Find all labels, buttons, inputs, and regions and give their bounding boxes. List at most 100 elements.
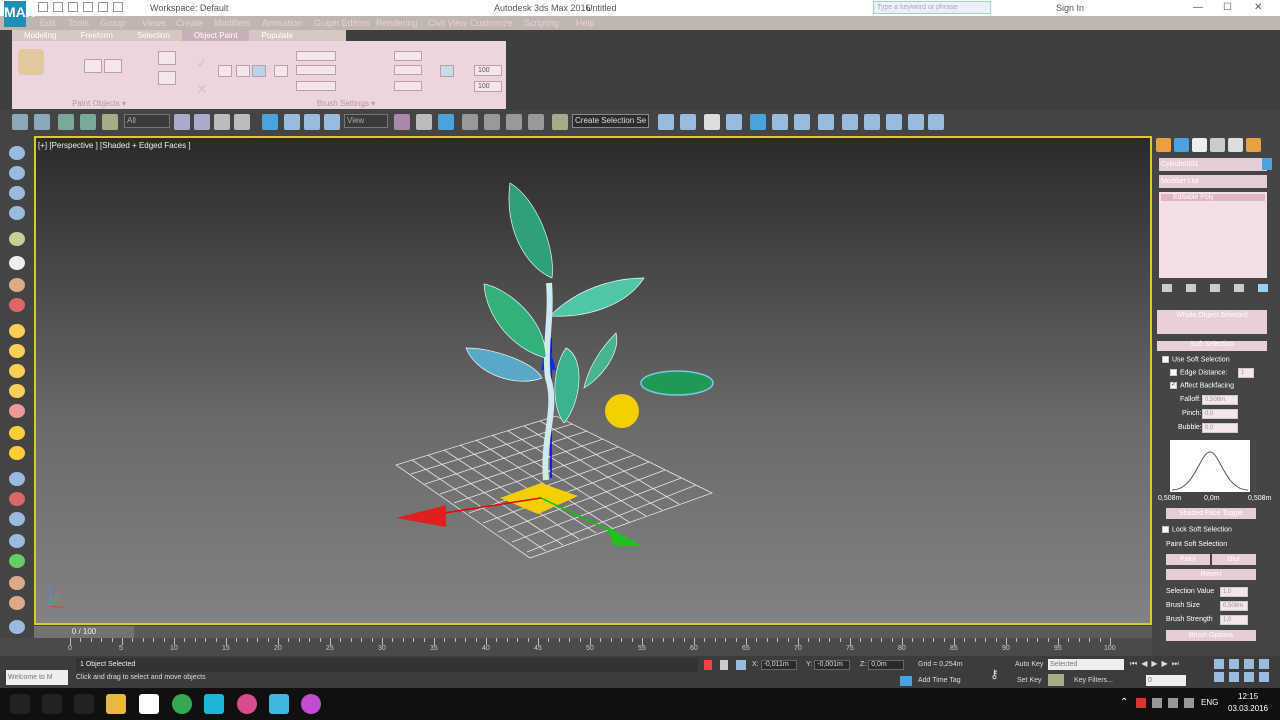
render-production-icon[interactable] (886, 114, 902, 130)
task-view-icon[interactable] (74, 694, 94, 714)
track-bar[interactable]: 0 5 10 15 20 25 30 35 40 45 50 55 60 65 … (0, 638, 1152, 656)
y-value[interactable]: -0,001m (814, 660, 851, 670)
falloff-spinner[interactable]: 0,508m (1202, 395, 1238, 405)
hierarchy-tab-icon[interactable] (1192, 138, 1207, 152)
create-selection-set-dropdown[interactable]: Create Selection Se (572, 114, 649, 128)
zoom-extents-all-icon[interactable] (1259, 659, 1269, 669)
create-hedra-icon[interactable] (9, 446, 25, 460)
lock-soft-selection-checkbox[interactable]: Lock Soft Selection (1162, 526, 1232, 533)
curve-editor-icon[interactable] (772, 114, 788, 130)
app-icon-1[interactable] (237, 694, 257, 714)
project-folder-icon[interactable] (113, 2, 123, 12)
show-hidden-icons-icon[interactable]: ⌃ (1120, 697, 1128, 708)
menu-customize[interactable]: Customize (470, 18, 513, 28)
create-light-icon[interactable] (9, 278, 25, 292)
select-move-icon[interactable] (262, 114, 278, 130)
mirror-icon[interactable] (658, 114, 674, 130)
go-to-start-icon[interactable]: ⏮ (1130, 659, 1137, 669)
reference-coordinate-dropdown[interactable]: View (344, 114, 388, 128)
create-tube-icon[interactable] (9, 384, 25, 398)
lock-scale-icon[interactable] (440, 65, 454, 77)
time-tag-icon[interactable] (900, 676, 912, 686)
maximize-viewport-icon[interactable] (1259, 672, 1269, 682)
placement-icon[interactable] (324, 114, 340, 130)
y-coordinate[interactable]: Y: -0,001m (806, 660, 851, 670)
create-spacewarp-icon[interactable] (9, 492, 25, 506)
z-value[interactable]: 0,0m (868, 660, 905, 670)
auto-key-button[interactable]: Auto Key (1015, 661, 1043, 668)
cross-icon[interactable]: ✕ (196, 81, 210, 97)
select-scale-icon[interactable] (304, 114, 320, 130)
bubble-spinner[interactable]: 0,0 (1202, 423, 1238, 433)
stack-item-editable-poly[interactable]: Editable Poly (1161, 194, 1265, 201)
render-setup-icon[interactable] (842, 114, 858, 130)
pinch-spinner[interactable]: 0,0 (1202, 409, 1238, 419)
snaps-toggle-icon[interactable] (462, 114, 478, 130)
create-cylinder-icon[interactable] (9, 344, 25, 358)
brush-strength-spinner[interactable]: 1,0 (1220, 615, 1248, 625)
menu-tools[interactable]: Tools (68, 18, 89, 28)
configure-sets-icon[interactable] (1258, 284, 1268, 292)
select-object-icon[interactable] (174, 114, 190, 130)
tab-populate[interactable]: Populate (249, 30, 305, 41)
next-frame-icon[interactable]: ▶ (1162, 659, 1168, 669)
tab-freeform[interactable]: Freeform (68, 30, 124, 41)
new-file-icon[interactable] (38, 2, 48, 12)
use-soft-selection-checkbox[interactable]: Use Soft Selection (1162, 356, 1230, 363)
workspace-selector[interactable]: Workspace: Default (150, 3, 228, 13)
zoom-all-icon[interactable] (1229, 659, 1239, 669)
modifier-list-dropdown[interactable]: Modifier List (1159, 175, 1267, 188)
paint-objects-label[interactable]: Paint Objects ▾ (12, 99, 186, 108)
create-camera-icon[interactable] (9, 256, 25, 270)
search-icon[interactable] (42, 694, 62, 714)
spinner-snap-icon[interactable] (528, 114, 544, 130)
menu-civil-view[interactable]: Civil View (428, 18, 467, 28)
edge-distance-checkbox[interactable]: Edge Distance: (1170, 369, 1227, 376)
app-icon-2[interactable] (269, 694, 289, 714)
create-geosphere-icon[interactable] (9, 426, 25, 440)
key-filters-button[interactable]: Key Filters... (1074, 677, 1113, 684)
object-name-field[interactable]: Cylinder001 (1159, 158, 1267, 171)
toggle-ribbon-icon[interactable] (750, 114, 766, 130)
minimize-button[interactable]: — (1193, 2, 1203, 13)
chrome-icon[interactable] (172, 694, 192, 714)
volume-icon[interactable] (1168, 698, 1178, 708)
undo-icon[interactable] (83, 2, 93, 12)
align-icon[interactable] (680, 114, 696, 130)
revert-button[interactable]: Revert (1166, 569, 1256, 580)
create-particle-icon[interactable] (9, 472, 25, 486)
key-set-dropdown[interactable]: Selected (1048, 659, 1124, 670)
maxscript-listener[interactable]: Welcome to M (6, 670, 68, 685)
absolute-mode-icon[interactable] (736, 660, 746, 670)
scale-x-spinner[interactable] (394, 51, 422, 61)
time-slider-thumb[interactable]: 0 / 100 (34, 626, 134, 638)
menu-graph-editors[interactable]: Graph Editors (314, 18, 370, 28)
undo-icon[interactable] (12, 114, 28, 130)
time-slider[interactable]: 0 / 100 (34, 626, 1152, 638)
utilities-tab-icon[interactable] (1246, 138, 1261, 152)
field-of-view-icon[interactable] (1214, 672, 1224, 682)
menu-group[interactable]: Group (100, 18, 125, 28)
bind-space-warp-icon[interactable] (102, 114, 118, 130)
soft-selection-rollout[interactable]: Soft Selection (1157, 341, 1267, 351)
populate-icon[interactable] (9, 620, 25, 634)
pin-stack-icon[interactable] (1162, 284, 1172, 292)
keyboard-icon[interactable] (1184, 698, 1194, 708)
open-file-icon[interactable] (53, 2, 63, 12)
angle-snap-icon[interactable] (484, 114, 500, 130)
scene-render[interactable] (36, 138, 1150, 623)
selection-filter-dropdown[interactable]: All (124, 114, 170, 128)
paint-selected-icon[interactable] (158, 71, 176, 85)
sign-in-link[interactable]: Sign In (1056, 3, 1084, 13)
window-crossing-icon[interactable] (234, 114, 250, 130)
tab-object-paint[interactable]: Object Paint (181, 30, 250, 41)
brush-size-spinner[interactable]: 0,508m (1220, 601, 1248, 611)
clock[interactable]: 12:15 03.03.2016 (1228, 691, 1268, 715)
render-cloud-icon[interactable] (928, 114, 944, 130)
select-by-name-icon[interactable] (194, 114, 210, 130)
create-sphere-icon[interactable] (9, 324, 25, 338)
menu-rendering[interactable]: Rendering (376, 18, 418, 28)
menu-modifiers[interactable]: Modifiers (214, 18, 251, 28)
tab-selection[interactable]: Selection (125, 30, 182, 41)
x-coordinate[interactable]: X: -0,011m (752, 660, 797, 670)
